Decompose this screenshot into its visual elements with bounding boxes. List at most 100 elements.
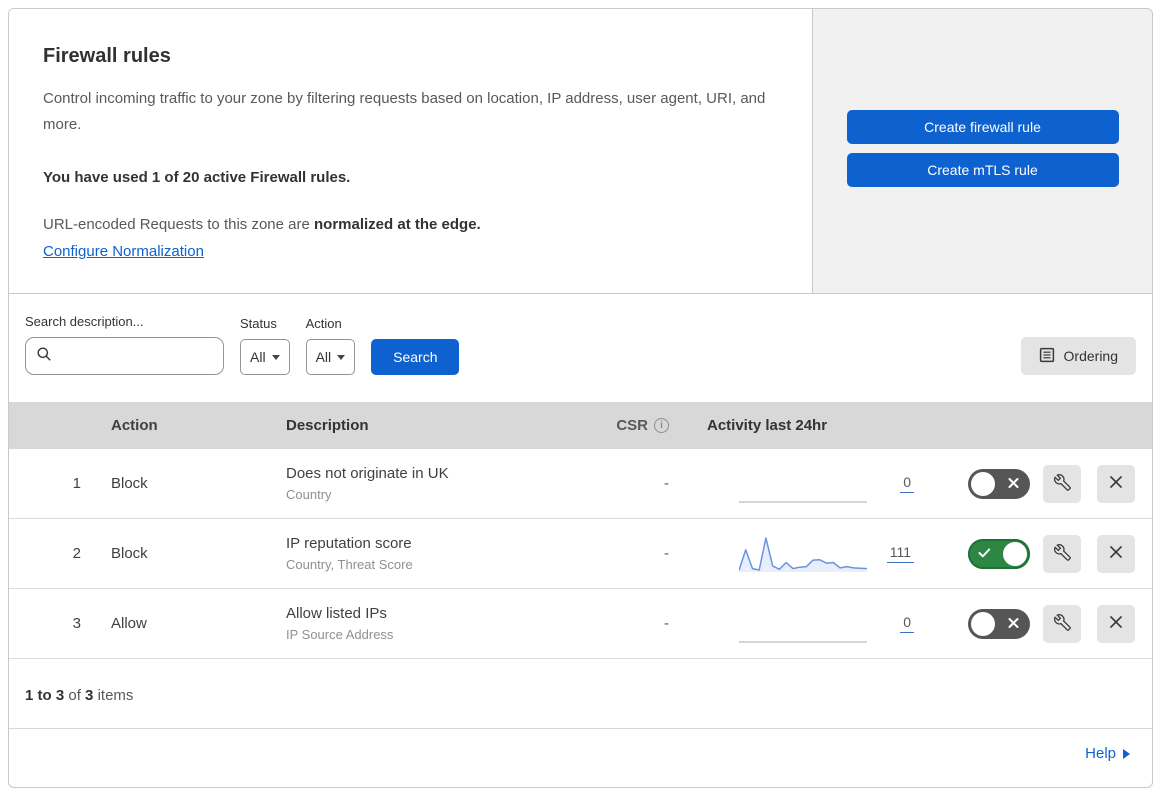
rule-description: IP reputation score	[286, 535, 412, 552]
wrench-icon	[1053, 473, 1071, 494]
help-strip: Help	[9, 728, 1152, 778]
rule-fields: Country	[286, 487, 332, 502]
intro-panel: Firewall rules Control incoming traffic …	[9, 9, 813, 293]
create-mtls-rule-button[interactable]: Create mTLS rule	[846, 153, 1119, 187]
rule-controls	[949, 534, 1152, 573]
items-text: items	[97, 687, 134, 704]
rule-action: Block	[111, 475, 148, 492]
toggle-knob	[1003, 541, 1027, 566]
table-row: 2 Block IP reputation score Country, Thr…	[9, 519, 1152, 589]
close-icon	[1108, 614, 1124, 633]
search-label: Search description...	[25, 314, 144, 329]
close-icon	[1108, 474, 1124, 493]
range-text: 1 to 3	[25, 687, 65, 704]
firewall-rules-page: Firewall rules Control incoming traffic …	[0, 0, 1161, 791]
normalization-text: URL-encoded Requests to this zone are	[43, 215, 314, 233]
check-icon	[978, 546, 991, 561]
rule-csr: -	[664, 615, 669, 632]
search-box[interactable]	[25, 337, 224, 375]
rule-enabled-toggle[interactable]	[968, 608, 1030, 639]
rule-controls	[949, 604, 1152, 643]
action-select-value: All	[315, 349, 332, 365]
x-icon	[1008, 476, 1019, 491]
column-csr-label: CSR	[616, 417, 648, 434]
action-select[interactable]: All	[305, 339, 356, 375]
search-group: Search description...	[25, 314, 224, 375]
status-select-value: All	[250, 349, 266, 365]
help-link[interactable]: Help	[1085, 745, 1130, 762]
rule-description-cell: Does not originate in UK Country	[274, 465, 589, 502]
rule-fields: IP Source Address	[286, 627, 394, 642]
edit-rule-button[interactable]	[1043, 464, 1081, 503]
rule-description-cell: IP reputation score Country, Threat Scor…	[274, 535, 589, 572]
status-filter-group: Status All	[240, 316, 290, 375]
table-header: Action Description CSR i Activity last 2…	[9, 402, 1152, 449]
activity-count-link[interactable]: 0	[900, 614, 914, 633]
wrench-icon	[1053, 613, 1071, 634]
rule-activity-cell: 0	[699, 601, 949, 647]
rule-action: Block	[111, 545, 148, 562]
rule-controls	[949, 464, 1152, 503]
rule-csr: -	[664, 475, 669, 492]
usage-summary: You have used 1 of 20 active Firewall ru…	[43, 168, 351, 186]
toggle-knob	[971, 611, 995, 636]
toggle-knob	[971, 471, 995, 496]
info-icon[interactable]: i	[654, 418, 669, 433]
rule-activity-cell: 111	[699, 531, 949, 577]
action-label: Action	[305, 316, 342, 331]
rule-csr: -	[664, 545, 669, 562]
activity-count-link[interactable]: 0	[900, 474, 914, 493]
rule-priority: 1	[72, 475, 81, 492]
x-icon	[1008, 616, 1019, 631]
list-icon	[1039, 347, 1055, 366]
ordering-button[interactable]: Ordering	[1020, 337, 1136, 375]
column-csr: CSR i	[589, 417, 699, 434]
rule-description: Allow listed IPs	[286, 605, 387, 622]
pagination-summary: 1 to 3 of 3 items	[9, 659, 1152, 728]
activity-sparkline	[739, 461, 867, 507]
of-text: of	[68, 687, 81, 704]
search-button[interactable]: Search	[371, 339, 460, 375]
ordering-button-label: Ordering	[1063, 348, 1118, 364]
rule-description-cell: Allow listed IPs IP Source Address	[274, 605, 589, 642]
activity-sparkline	[739, 601, 867, 647]
table-row: 3 Allow Allow listed IPs IP Source Addre…	[9, 589, 1152, 659]
wrench-icon	[1053, 543, 1071, 564]
actions-panel: Create firewall rule Create mTLS rule	[813, 9, 1152, 293]
rule-activity-cell: 0	[699, 461, 949, 507]
chevron-down-icon	[271, 354, 280, 360]
arrow-right-icon	[1123, 748, 1130, 759]
delete-rule-button[interactable]	[1097, 464, 1135, 503]
search-input[interactable]	[60, 347, 213, 365]
normalization-bold: normalized at the edge.	[314, 215, 481, 233]
normalization-note: URL-encoded Requests to this zone are no…	[43, 216, 778, 233]
firewall-rules-card: Firewall rules Control incoming traffic …	[8, 8, 1153, 788]
rule-priority: 2	[72, 545, 81, 562]
page-description: Control incoming traffic to your zone by…	[43, 90, 766, 134]
rule-description: Does not originate in UK	[286, 465, 449, 482]
table-row: 1 Block Does not originate in UK Country…	[9, 449, 1152, 519]
configure-normalization-link[interactable]: Configure Normalization	[43, 243, 204, 260]
edit-rule-button[interactable]	[1043, 534, 1081, 573]
header-section: Firewall rules Control incoming traffic …	[9, 9, 1152, 294]
rule-action: Allow	[111, 615, 147, 632]
activity-sparkline	[739, 531, 867, 577]
create-firewall-rule-button[interactable]: Create firewall rule	[846, 110, 1119, 144]
page-title: Firewall rules	[43, 45, 171, 67]
rule-enabled-toggle[interactable]	[968, 468, 1030, 499]
activity-count-link[interactable]: 111	[886, 544, 914, 563]
rule-enabled-toggle[interactable]	[968, 538, 1030, 569]
action-filter-group: Action All	[305, 316, 356, 375]
help-link-label: Help	[1085, 745, 1116, 762]
edit-rule-button[interactable]	[1043, 604, 1081, 643]
total-count: 3	[85, 687, 94, 704]
delete-rule-button[interactable]	[1097, 604, 1135, 643]
rule-fields: Country, Threat Score	[286, 557, 413, 572]
delete-rule-button[interactable]	[1097, 534, 1135, 573]
chevron-down-icon	[337, 354, 346, 360]
rule-priority: 3	[72, 615, 81, 632]
search-icon	[36, 346, 52, 367]
status-label: Status	[240, 316, 277, 331]
column-activity: Activity last 24hr	[707, 417, 828, 434]
status-select[interactable]: All	[240, 339, 290, 375]
